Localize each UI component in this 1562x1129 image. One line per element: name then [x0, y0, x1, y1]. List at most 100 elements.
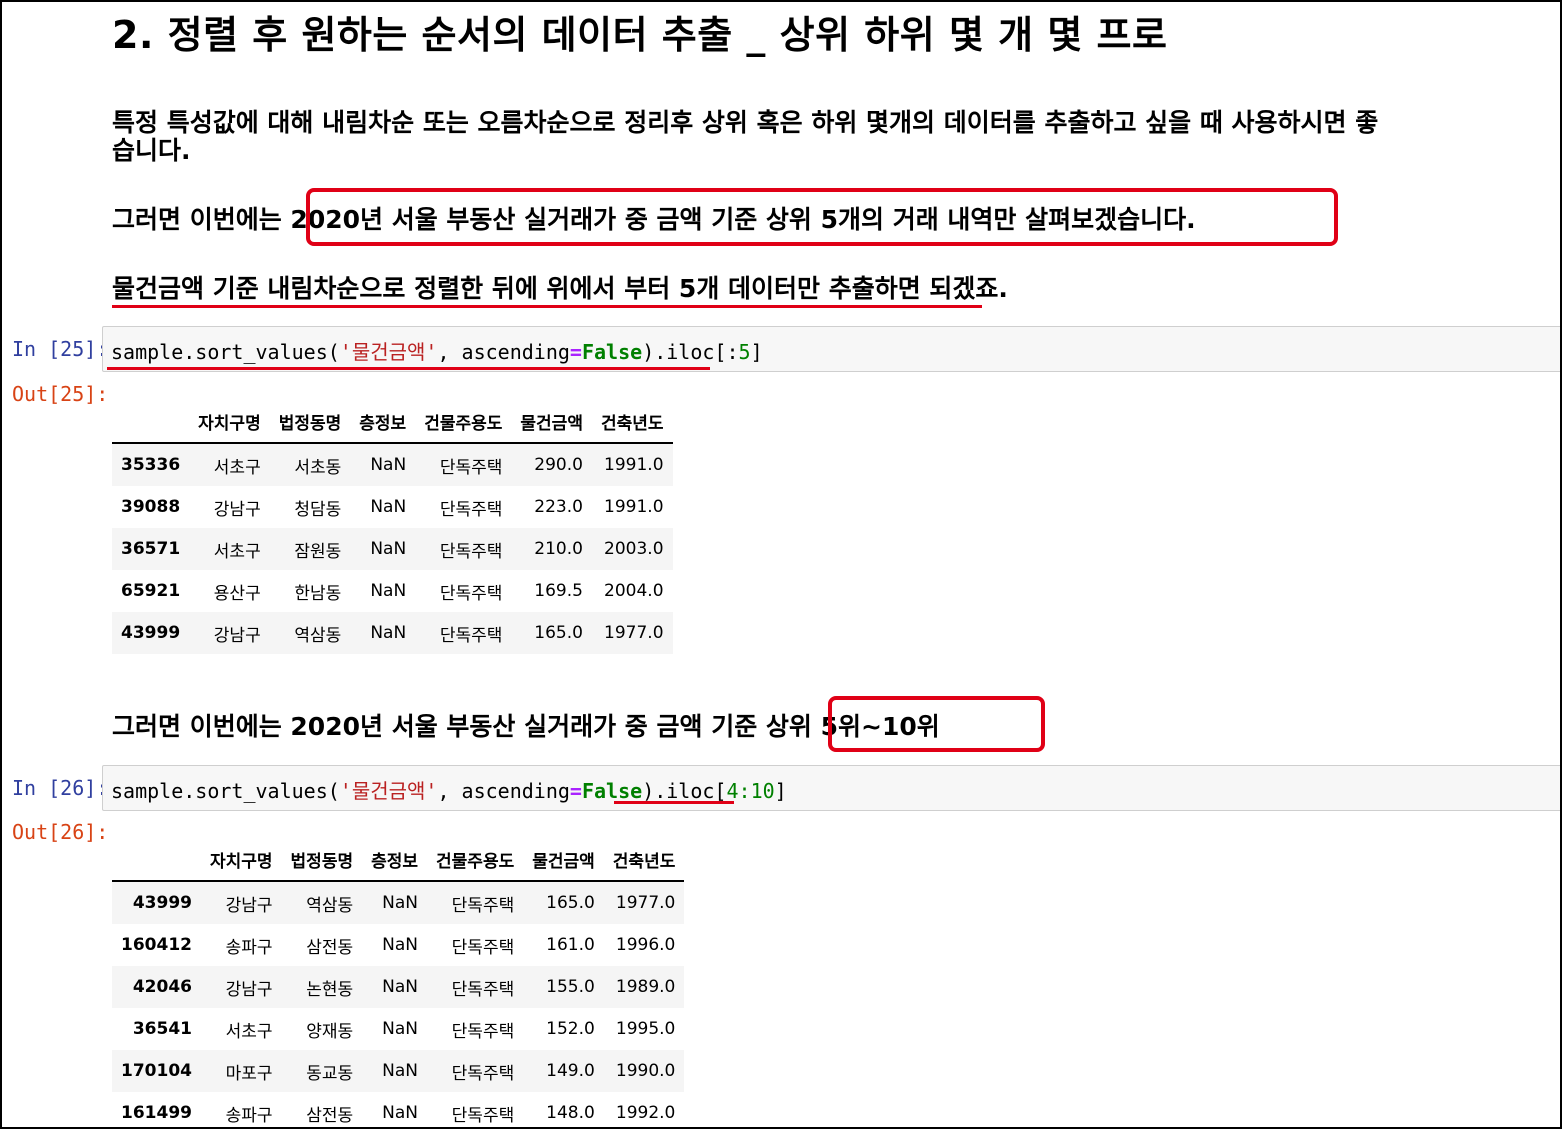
- code-operator: =: [569, 779, 582, 803]
- code-iloc: ).iloc[:: [642, 340, 739, 364]
- table-row: 161499 송파구 삼전동 NaN 단독주택 148.0 1992.0: [112, 1092, 684, 1127]
- table-cell: 223.0: [534, 497, 583, 517]
- input-prompt-26: In [26]:: [12, 776, 109, 800]
- table-cell: 동교동: [306, 1063, 354, 1084]
- table-cell: 마포구: [225, 1063, 273, 1084]
- table-cell: 청담동: [294, 499, 342, 520]
- table-cell: 1989.0: [615, 977, 676, 997]
- column-header: 물건금액: [511, 400, 592, 444]
- table-cell: 161.0: [546, 935, 595, 955]
- underline-sort-desc: [112, 305, 982, 308]
- table-cell: 단독주택: [439, 541, 503, 562]
- column-header: 건물주용도: [427, 838, 524, 882]
- table-cell: NaN: [370, 539, 407, 559]
- row-index: 160412: [121, 935, 192, 955]
- section-heading: 2. 정렬 후 원하는 순서의 데이터 추출 _ 상위 하위 몇 개 몇 프로: [112, 13, 1168, 57]
- code-arg: , ascending: [437, 340, 570, 364]
- table-cell: 잠원동: [294, 541, 342, 562]
- table-cell: NaN: [370, 581, 407, 601]
- table-cell: 1977.0: [615, 893, 676, 913]
- code-text-26[interactable]: sample.sort_values('물건금액', ascending=Fal…: [111, 775, 787, 804]
- notebook-frame: 2. 정렬 후 원하는 순서의 데이터 추출 _ 상위 하위 몇 개 몇 프로 …: [0, 0, 1562, 1129]
- table-cell: 1991.0: [604, 455, 664, 475]
- output-prompt-26: Out[26]:: [12, 820, 109, 844]
- code-iloc: ).iloc[: [642, 779, 727, 803]
- table-cell: 155.0: [546, 977, 595, 997]
- table-cell: 152.0: [546, 1019, 595, 1039]
- index-header: [112, 400, 190, 444]
- row-index: 161499: [121, 1103, 192, 1123]
- row-index: 36541: [132, 1019, 192, 1039]
- table-cell: 148.0: [546, 1103, 595, 1123]
- row-index: 35336: [121, 455, 181, 475]
- table-cell: NaN: [382, 1061, 419, 1081]
- dataframe-output-25: 자치구명 법정동명 층정보 건물주용도 물건금액 건축년도 35336 서초구 서초…: [112, 400, 673, 654]
- code-cell-26[interactable]: sample.sort_values('물건금액', ascending=Fal…: [102, 765, 1560, 811]
- table-cell: 1995.0: [615, 1019, 676, 1039]
- table-row: 35336 서초구 서초동 NaN 단독주택 290.0 1991.0: [112, 443, 673, 486]
- table-cell: 강남구: [213, 499, 261, 520]
- row-index: 43999: [121, 623, 181, 643]
- table-cell: 단독주택: [451, 1105, 515, 1126]
- table-row: 36541 서초구 양재동 NaN 단독주택 152.0 1995.0: [112, 1008, 684, 1050]
- table-cell: NaN: [370, 455, 407, 475]
- row-index: 36571: [121, 539, 181, 559]
- code-call: sample.sort_values(: [111, 340, 340, 364]
- code-close: ]: [750, 340, 763, 364]
- table-row: 39088 강남구 청담동 NaN 단독주택 223.0 1991.0: [112, 486, 673, 528]
- table-row: 36571 서초구 잠원동 NaN 단독주택 210.0 2003.0: [112, 528, 673, 570]
- table-cell: 삼전동: [306, 937, 354, 958]
- table-cell: 1991.0: [604, 497, 664, 517]
- underline-code-25: [107, 367, 710, 370]
- column-header: 법정동명: [281, 838, 363, 882]
- table-cell: 단독주택: [439, 583, 503, 604]
- code-string: '물건금액': [339, 340, 438, 364]
- table-cell: 1990.0: [615, 1061, 676, 1081]
- intro-line-1: 특정 특성값에 대해 내림차순 또는 오름차순으로 정리후 상위 혹은 하위 몇…: [112, 108, 1379, 137]
- table-cell: 210.0: [534, 539, 583, 559]
- column-header: 층정보: [362, 838, 428, 882]
- table-cell: NaN: [382, 893, 419, 913]
- table-cell: 290.0: [534, 455, 583, 475]
- table-cell: 용산구: [213, 583, 261, 604]
- table-cell: 1992.0: [615, 1103, 676, 1123]
- code-text-25[interactable]: sample.sort_values('물건금액', ascending=Fal…: [111, 336, 763, 365]
- intro-line-2: 습니다.: [112, 136, 191, 165]
- table-cell: 서초구: [213, 457, 261, 478]
- table-cell: 165.0: [534, 623, 583, 643]
- table-header-row: 자치구명 법정동명 층정보 건물주용도 물건금액 건축년도: [112, 400, 673, 444]
- table-row: 42046 강남구 논현동 NaN 단독주택 155.0 1989.0: [112, 966, 685, 1008]
- table-cell: 1996.0: [615, 935, 676, 955]
- table-row: 65921 용산구 한남동 NaN 단독주택 169.5 2004.0: [112, 570, 673, 612]
- table-cell: 1977.0: [604, 623, 664, 643]
- table-cell: 강남구: [213, 625, 261, 646]
- code-operator: =: [569, 340, 582, 364]
- column-header: 층정보: [350, 400, 416, 444]
- table-cell: 단독주택: [439, 625, 503, 646]
- table-cell: 송파구: [225, 937, 273, 958]
- row-index: 42046: [132, 977, 192, 997]
- highlight-box-rank: [828, 696, 1045, 752]
- table-cell: 송파구: [225, 1105, 273, 1126]
- table-header-row: 자치구명 법정동명 층정보 건물주용도 물건금액 건축년도: [112, 838, 685, 882]
- column-header: 자치구명: [200, 838, 282, 882]
- dataframe-output-26: 자치구명 법정동명 층정보 건물주용도 물건금액 건축년도 43999 강남구 역삼…: [112, 838, 685, 1127]
- paragraph-rank-prefix: 그러면 이번에는 2020년 서울 부동산 실거래가 중 금액 기준: [112, 712, 766, 741]
- table-cell: 2003.0: [604, 539, 664, 559]
- code-number: 4:10: [726, 779, 775, 803]
- table-cell: 단독주택: [439, 499, 503, 520]
- table-cell: 역삼동: [294, 625, 342, 646]
- table-cell: 단독주택: [451, 1021, 515, 1042]
- code-arg: , ascending: [437, 779, 570, 803]
- column-header: 물건금액: [523, 838, 604, 882]
- table-cell: 강남구: [225, 979, 273, 1000]
- code-keyword: False: [581, 340, 643, 364]
- input-prompt-25: In [25]:: [12, 337, 109, 361]
- underline-iloc-26: [614, 801, 734, 804]
- code-number: 5: [738, 340, 751, 364]
- table-row: 43999 강남구 역삼동 NaN 단독주택 165.0 1977.0: [112, 612, 673, 654]
- output-prompt-25: Out[25]:: [12, 382, 109, 406]
- code-cell-25[interactable]: sample.sort_values('물건금액', ascending=Fal…: [102, 326, 1560, 372]
- table-cell: NaN: [370, 623, 407, 643]
- row-index: 39088: [121, 497, 181, 517]
